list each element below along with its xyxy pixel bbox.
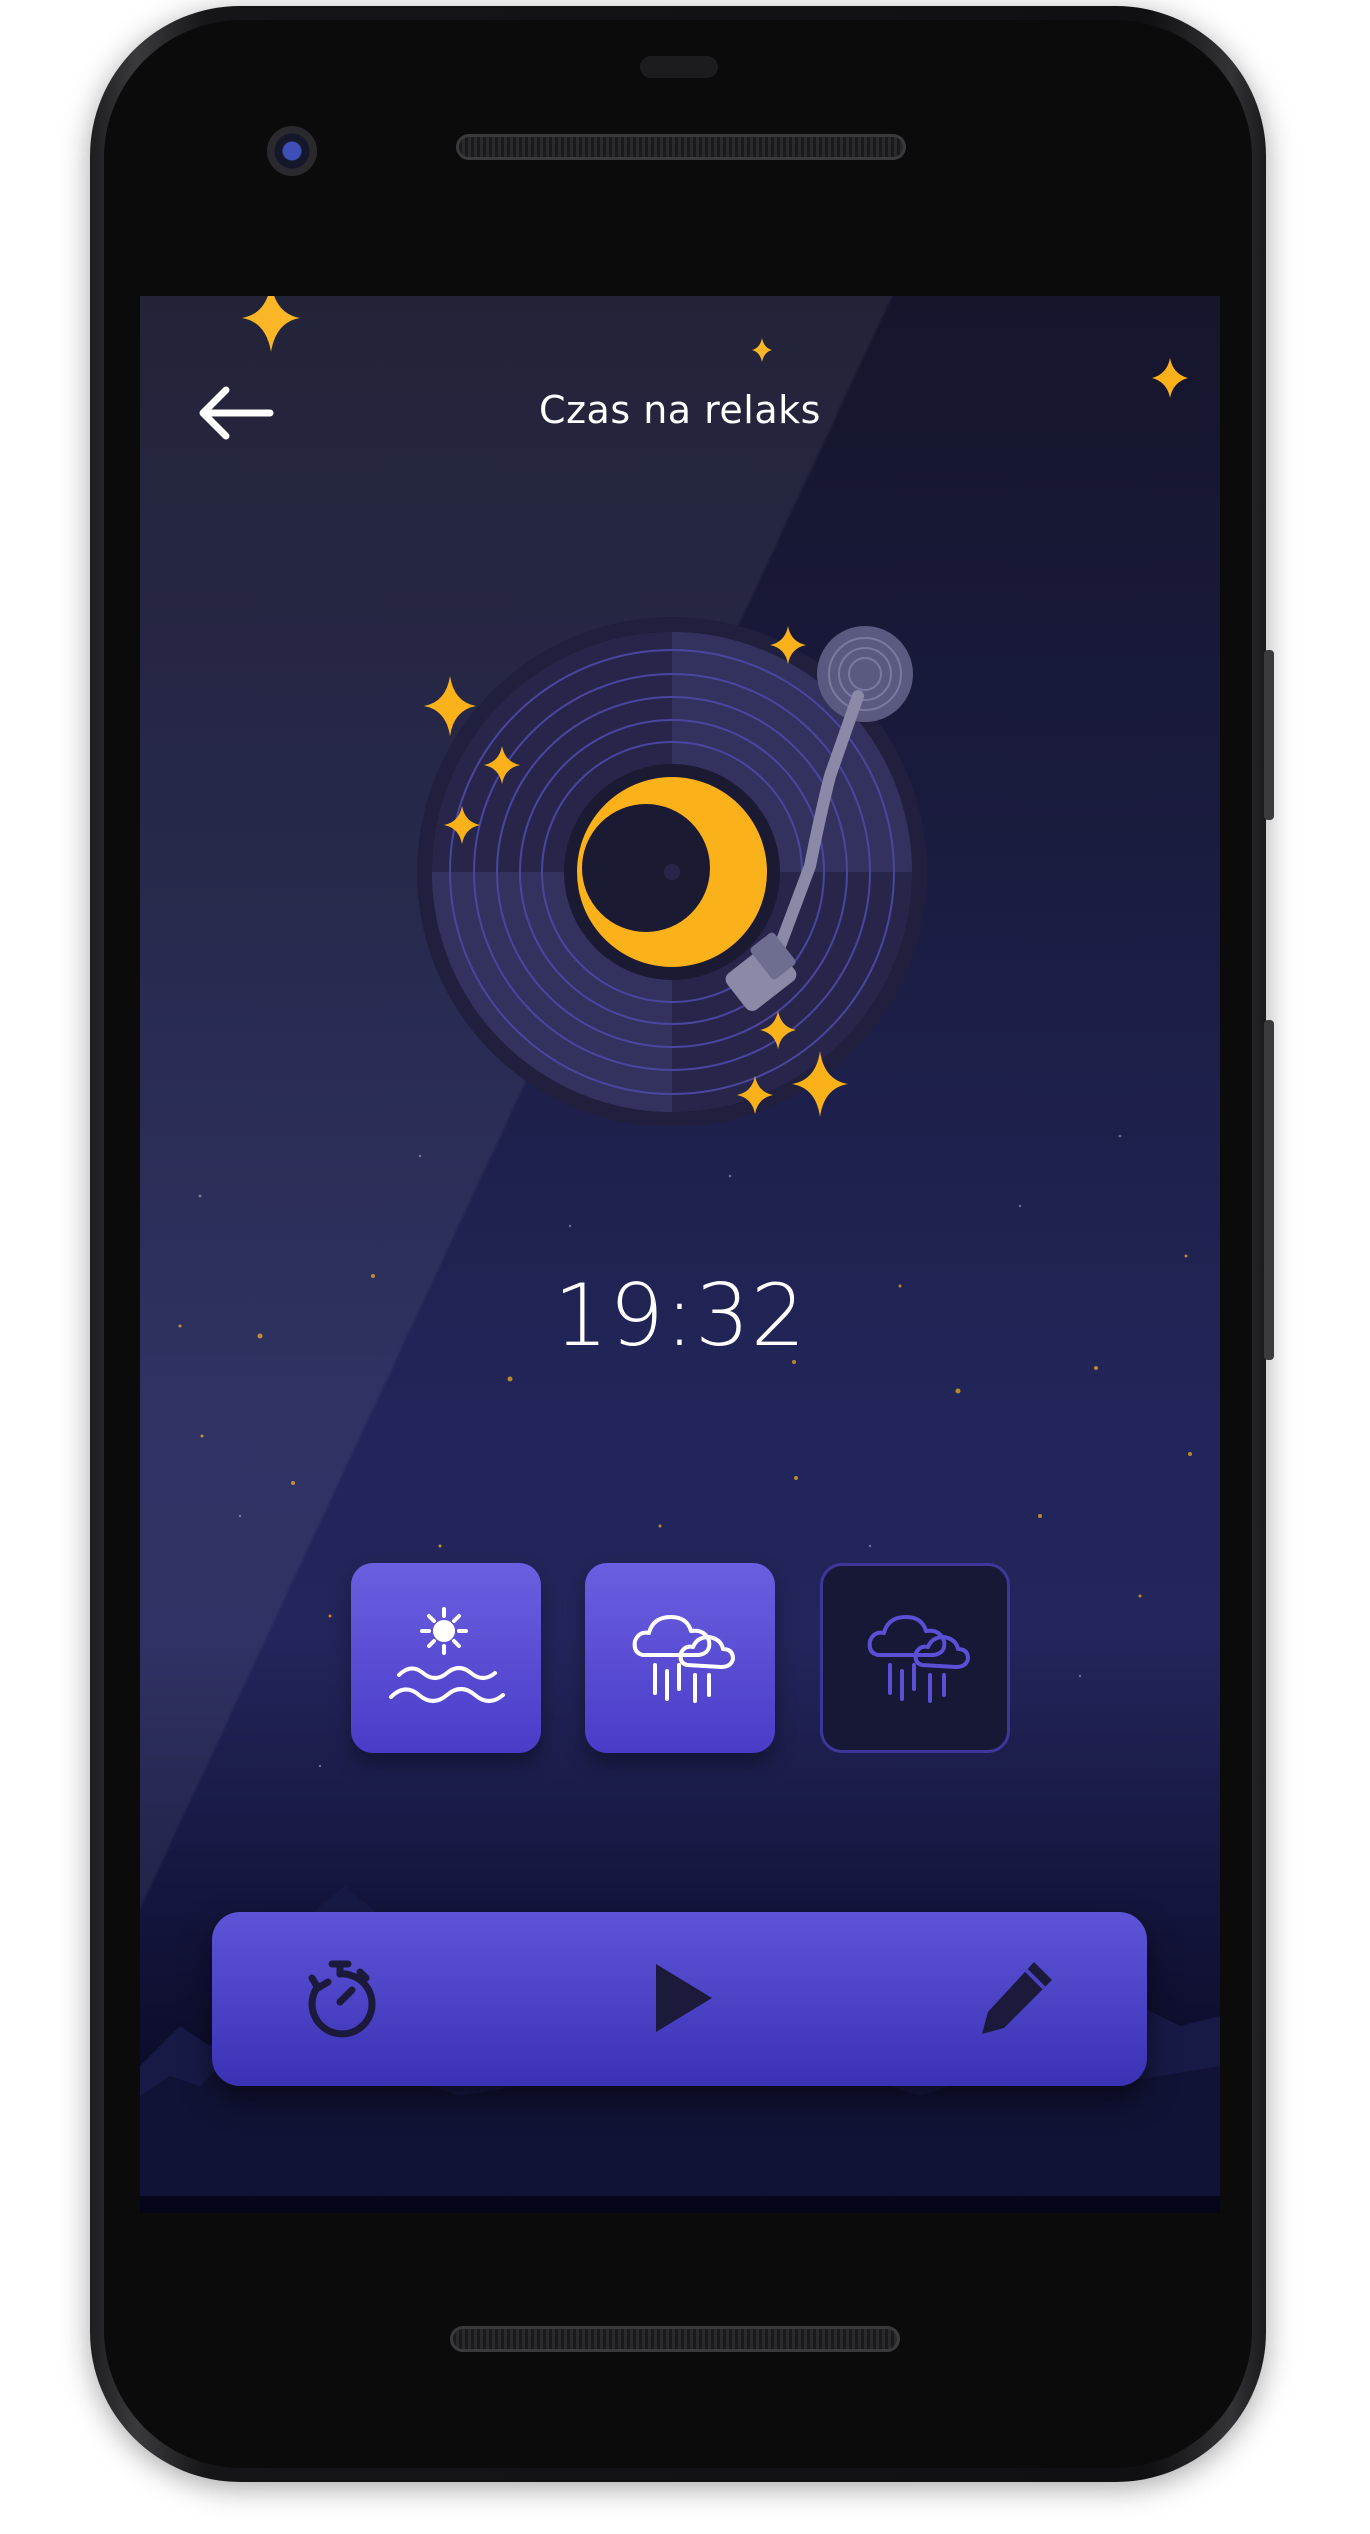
app-screen: Czas na relaks 19:32 (140, 296, 1220, 2213)
volume-button (1264, 650, 1274, 820)
sun-over-waves-icon (389, 1607, 505, 1703)
timer-button[interactable] (292, 1950, 388, 2046)
time-display: 19:32 (553, 1266, 807, 1366)
sound-button-rain[interactable] (585, 1563, 775, 1753)
rain-cloud-icon (632, 1615, 735, 1703)
sound-button-sun-waves[interactable] (351, 1563, 541, 1753)
play-icon (656, 1964, 712, 2032)
sound-button-rain-inactive[interactable] (820, 1563, 1010, 1753)
vinyl-record-moon-illustration (417, 617, 927, 1126)
star-decoration (242, 296, 300, 352)
power-button (1264, 1020, 1274, 1360)
front-camera (267, 126, 317, 176)
page-title: Czas na relaks (539, 388, 821, 432)
bottom-speaker (450, 2326, 900, 2352)
pencil-icon (982, 1962, 1052, 2034)
player-controls (212, 1912, 1147, 2086)
rain-cloud-icon (867, 1615, 970, 1703)
stopwatch-icon (308, 1960, 376, 2038)
proximity-sensor (640, 56, 718, 78)
play-button[interactable] (632, 1950, 728, 2046)
edit-button[interactable] (968, 1950, 1064, 2046)
star-decoration (752, 338, 772, 362)
earpiece-speaker (456, 134, 906, 160)
